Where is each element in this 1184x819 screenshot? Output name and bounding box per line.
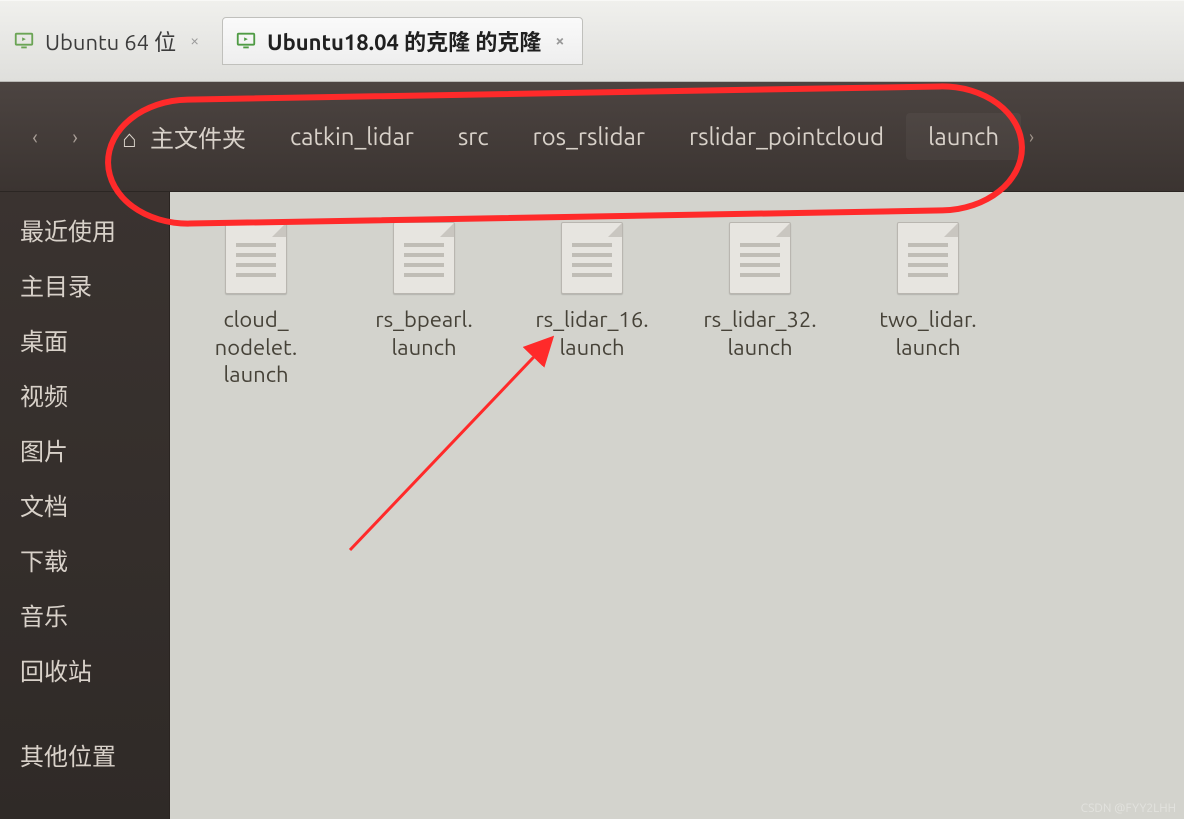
- breadcrumb-label: src: [458, 123, 489, 150]
- sidebar-item-videos[interactable]: 视频: [0, 367, 169, 422]
- breadcrumb-launch[interactable]: launch: [906, 113, 1021, 160]
- tab-close-icon[interactable]: ×: [555, 32, 564, 50]
- nav-forward-button[interactable]: ›: [60, 125, 90, 148]
- watermark: CSDN @FYY2LHH: [1081, 802, 1176, 815]
- text-file-icon: [561, 222, 623, 294]
- breadcrumb-label: ros_rslidar: [533, 123, 645, 150]
- file-two-lidar-launch[interactable]: two_lidar.launch: [848, 222, 1008, 389]
- sidebar-item-label: 主目录: [20, 273, 92, 300]
- file-label: two_lidar.launch: [879, 306, 976, 361]
- sidebar-item-label: 视频: [20, 383, 68, 410]
- sidebar-item-other-locations[interactable]: 其他位置: [0, 727, 169, 782]
- home-icon: ⌂: [122, 125, 137, 152]
- sidebar-item-recent[interactable]: 最近使用: [0, 202, 169, 257]
- file-label: rs_lidar_32.launch: [703, 306, 816, 361]
- nautilus-toolbar: ‹ › ⌂ 主文件夹 catkin_lidar src ros_rslidar …: [0, 82, 1184, 192]
- text-file-icon: [393, 222, 455, 294]
- file-cloud-nodelet-launch[interactable]: cloud_nodelet.launch: [176, 222, 336, 389]
- file-label: rs_bpearl.launch: [375, 306, 472, 361]
- nav-back-button[interactable]: ‹: [20, 125, 50, 148]
- vm-tab-label: Ubuntu18.04 的克隆 的克隆: [267, 25, 541, 57]
- file-label: cloud_nodelet.launch: [215, 306, 298, 389]
- breadcrumb: ⌂ 主文件夹 catkin_lidar src ros_rslidar rsli…: [100, 109, 1034, 164]
- vm-monitor-icon: [13, 30, 35, 52]
- guest-screen: ‹ › ⌂ 主文件夹 catkin_lidar src ros_rslidar …: [0, 82, 1184, 819]
- text-file-icon: [729, 222, 791, 294]
- breadcrumb-home[interactable]: ⌂ 主文件夹: [100, 109, 268, 164]
- breadcrumb-rslidar-pointcloud[interactable]: rslidar_pointcloud: [667, 113, 906, 160]
- vm-monitor-icon: [235, 30, 257, 52]
- breadcrumb-ros-rslidar[interactable]: ros_rslidar: [511, 113, 667, 160]
- sidebar-item-label: 最近使用: [20, 218, 116, 245]
- vm-tab-ubuntu18-clone[interactable]: Ubuntu18.04 的克隆 的克隆 ×: [222, 17, 583, 65]
- breadcrumb-label: rslidar_pointcloud: [689, 123, 884, 150]
- sidebar-item-desktop[interactable]: 桌面: [0, 312, 169, 367]
- breadcrumb-src[interactable]: src: [436, 113, 511, 160]
- sidebar-item-label: 桌面: [20, 328, 68, 355]
- sidebar-item-label: 图片: [20, 438, 68, 465]
- breadcrumb-catkin-lidar[interactable]: catkin_lidar: [268, 113, 436, 160]
- sidebar-item-documents[interactable]: 文档: [0, 477, 169, 532]
- breadcrumb-label: 主文件夹: [150, 125, 246, 152]
- sidebar-item-home[interactable]: 主目录: [0, 257, 169, 312]
- breadcrumb-label: launch: [928, 123, 999, 150]
- chevron-right-icon: ›: [1029, 127, 1034, 147]
- file-rs-bpearl-launch[interactable]: rs_bpearl.launch: [344, 222, 504, 389]
- sidebar-item-downloads[interactable]: 下载: [0, 532, 169, 587]
- chevron-right-icon: ›: [72, 125, 78, 148]
- file-rs-lidar-16-launch[interactable]: rs_lidar_16.launch: [512, 222, 672, 389]
- breadcrumb-label: catkin_lidar: [290, 123, 414, 150]
- sidebar-item-music[interactable]: 音乐: [0, 587, 169, 642]
- vm-tab-label: Ubuntu 64 位: [45, 25, 176, 57]
- tab-close-icon[interactable]: ×: [190, 32, 199, 50]
- places-sidebar: 最近使用 主目录 桌面 视频 图片 文档 下载 音乐 回收站 其他位置: [0, 192, 170, 819]
- chevron-left-icon: ‹: [32, 125, 38, 148]
- vm-tab-bar: Ubuntu 64 位 × Ubuntu18.04 的克隆 的克隆 ×: [0, 0, 1184, 82]
- sidebar-item-pictures[interactable]: 图片: [0, 422, 169, 477]
- text-file-icon: [897, 222, 959, 294]
- file-grid: cloud_nodelet.launch rs_bpearl.launch rs…: [170, 192, 1184, 819]
- sidebar-item-label: 回收站: [20, 658, 92, 685]
- file-label: rs_lidar_16.launch: [535, 306, 648, 361]
- sidebar-item-trash[interactable]: 回收站: [0, 642, 169, 697]
- vm-tab-ubuntu64[interactable]: Ubuntu 64 位 ×: [0, 17, 218, 65]
- file-rs-lidar-32-launch[interactable]: rs_lidar_32.launch: [680, 222, 840, 389]
- sidebar-item-label: 音乐: [20, 603, 68, 630]
- sidebar-item-label: 文档: [20, 493, 68, 520]
- sidebar-item-label: 下载: [20, 548, 68, 575]
- text-file-icon: [225, 222, 287, 294]
- sidebar-item-label: 其他位置: [20, 743, 116, 770]
